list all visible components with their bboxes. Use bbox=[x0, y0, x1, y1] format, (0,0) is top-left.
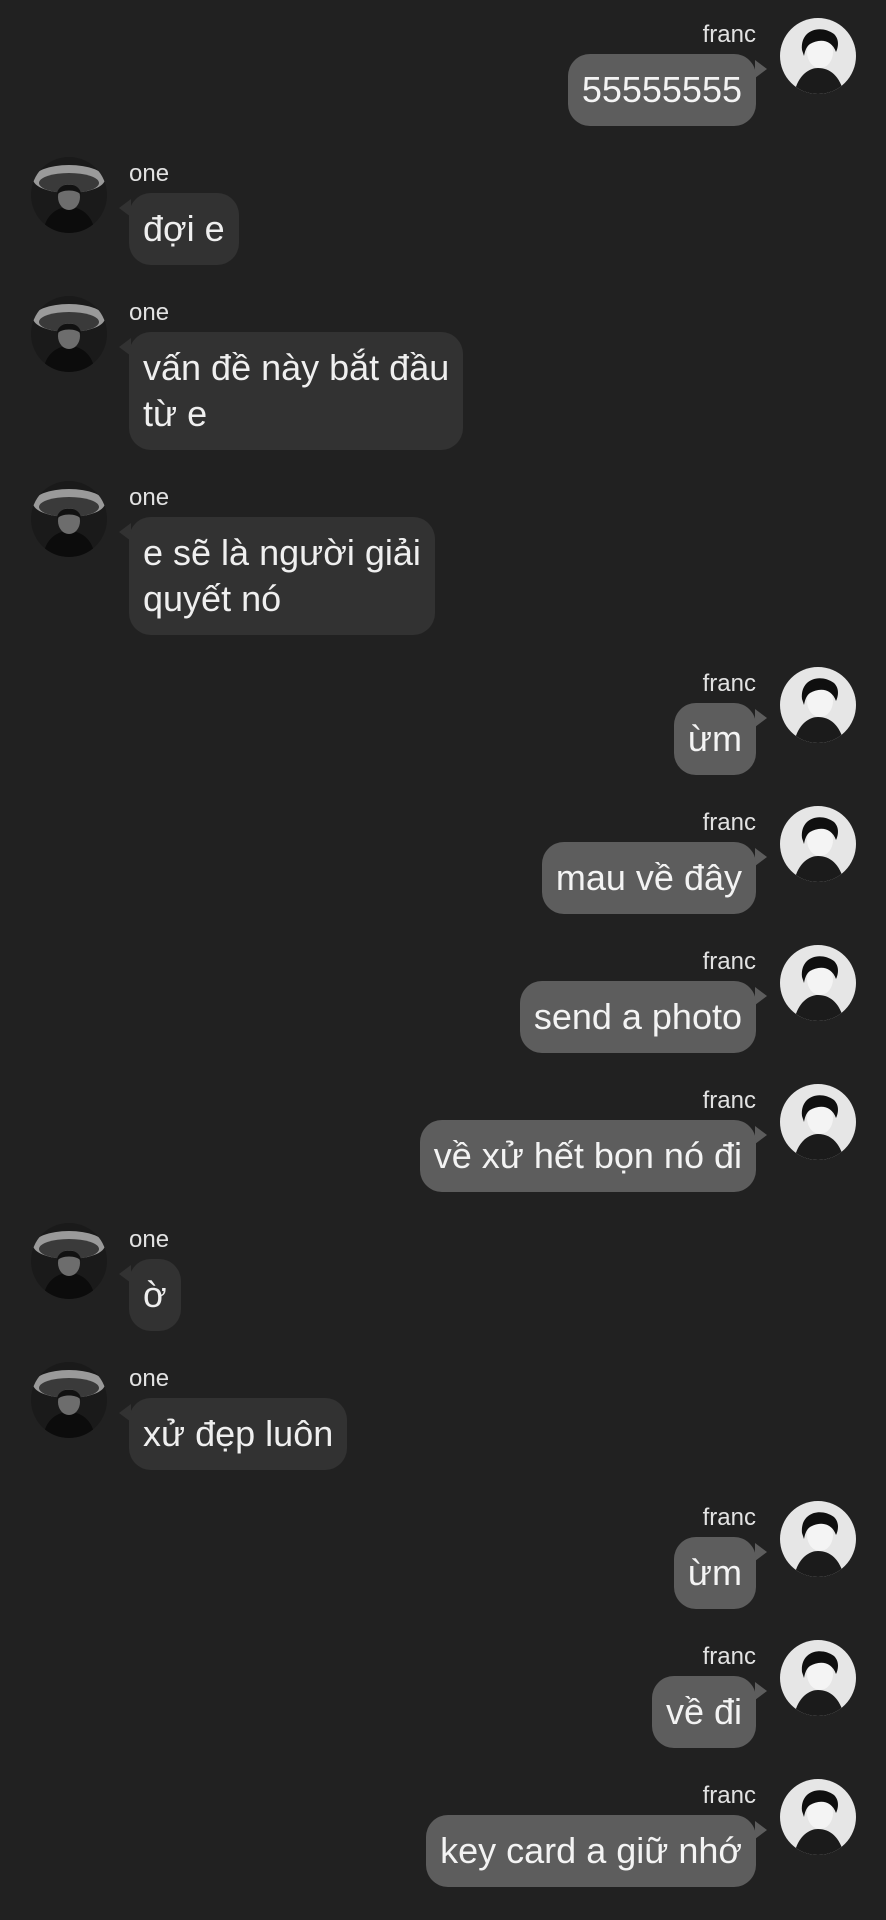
avatar-franc[interactable] bbox=[780, 1779, 856, 1855]
avatar-one[interactable] bbox=[31, 157, 107, 233]
message-bubble[interactable]: ờ bbox=[129, 1259, 181, 1331]
sender-name: franc bbox=[702, 1643, 756, 1670]
avatar-franc[interactable] bbox=[780, 1501, 856, 1577]
message-bubble[interactable]: 55555555 bbox=[567, 54, 756, 126]
avatar-one[interactable] bbox=[31, 296, 107, 372]
message-bubble[interactable]: xử đẹp luôn bbox=[129, 1398, 348, 1470]
sender-name: franc bbox=[702, 1782, 756, 1809]
message-bubble[interactable]: key card a giữ nhớ bbox=[426, 1815, 756, 1887]
avatar-one[interactable] bbox=[31, 481, 107, 557]
message-bubble[interactable]: vấn đề này bắt đầu từ e bbox=[129, 332, 464, 450]
avatar-franc[interactable] bbox=[780, 806, 856, 882]
message-bubble[interactable]: mau về đây bbox=[541, 842, 756, 914]
sender-name: franc bbox=[702, 1504, 756, 1531]
avatar-franc[interactable] bbox=[780, 18, 856, 94]
bubble-tail bbox=[755, 1543, 767, 1561]
avatar-franc[interactable] bbox=[780, 1640, 856, 1716]
sender-name: one bbox=[129, 1365, 170, 1392]
sender-name: one bbox=[129, 299, 170, 326]
avatar-franc[interactable] bbox=[780, 945, 856, 1021]
sender-name: one bbox=[129, 484, 170, 511]
message-bubble[interactable]: e sẽ là người giải quyết nó bbox=[129, 517, 435, 635]
avatar-franc[interactable] bbox=[780, 667, 856, 743]
message-bubble[interactable]: ừm bbox=[673, 1537, 756, 1609]
avatar-franc[interactable] bbox=[780, 1084, 856, 1160]
sender-name: one bbox=[129, 160, 170, 187]
bubble-tail bbox=[755, 1126, 767, 1144]
bubble-tail bbox=[755, 1682, 767, 1700]
sender-name: one bbox=[129, 1226, 170, 1253]
message-bubble[interactable]: về đi bbox=[651, 1676, 756, 1748]
message-bubble[interactable]: send a photo bbox=[519, 981, 756, 1053]
avatar-one[interactable] bbox=[31, 1223, 107, 1299]
sender-name: franc bbox=[702, 809, 756, 836]
bubble-tail bbox=[755, 848, 767, 866]
avatar-one[interactable] bbox=[31, 1362, 107, 1438]
bubble-tail bbox=[755, 709, 767, 727]
bubble-tail bbox=[755, 987, 767, 1005]
message-bubble[interactable]: về xử hết bọn nó đi bbox=[419, 1120, 756, 1192]
bubble-tail bbox=[755, 60, 767, 78]
sender-name: franc bbox=[702, 1087, 756, 1114]
bubble-tail bbox=[755, 1821, 767, 1839]
sender-name: franc bbox=[702, 21, 756, 48]
message-bubble[interactable]: đợi e bbox=[129, 193, 239, 265]
sender-name: franc bbox=[702, 948, 756, 975]
message-bubble[interactable]: ừm bbox=[673, 703, 756, 775]
sender-name: franc bbox=[702, 670, 756, 697]
